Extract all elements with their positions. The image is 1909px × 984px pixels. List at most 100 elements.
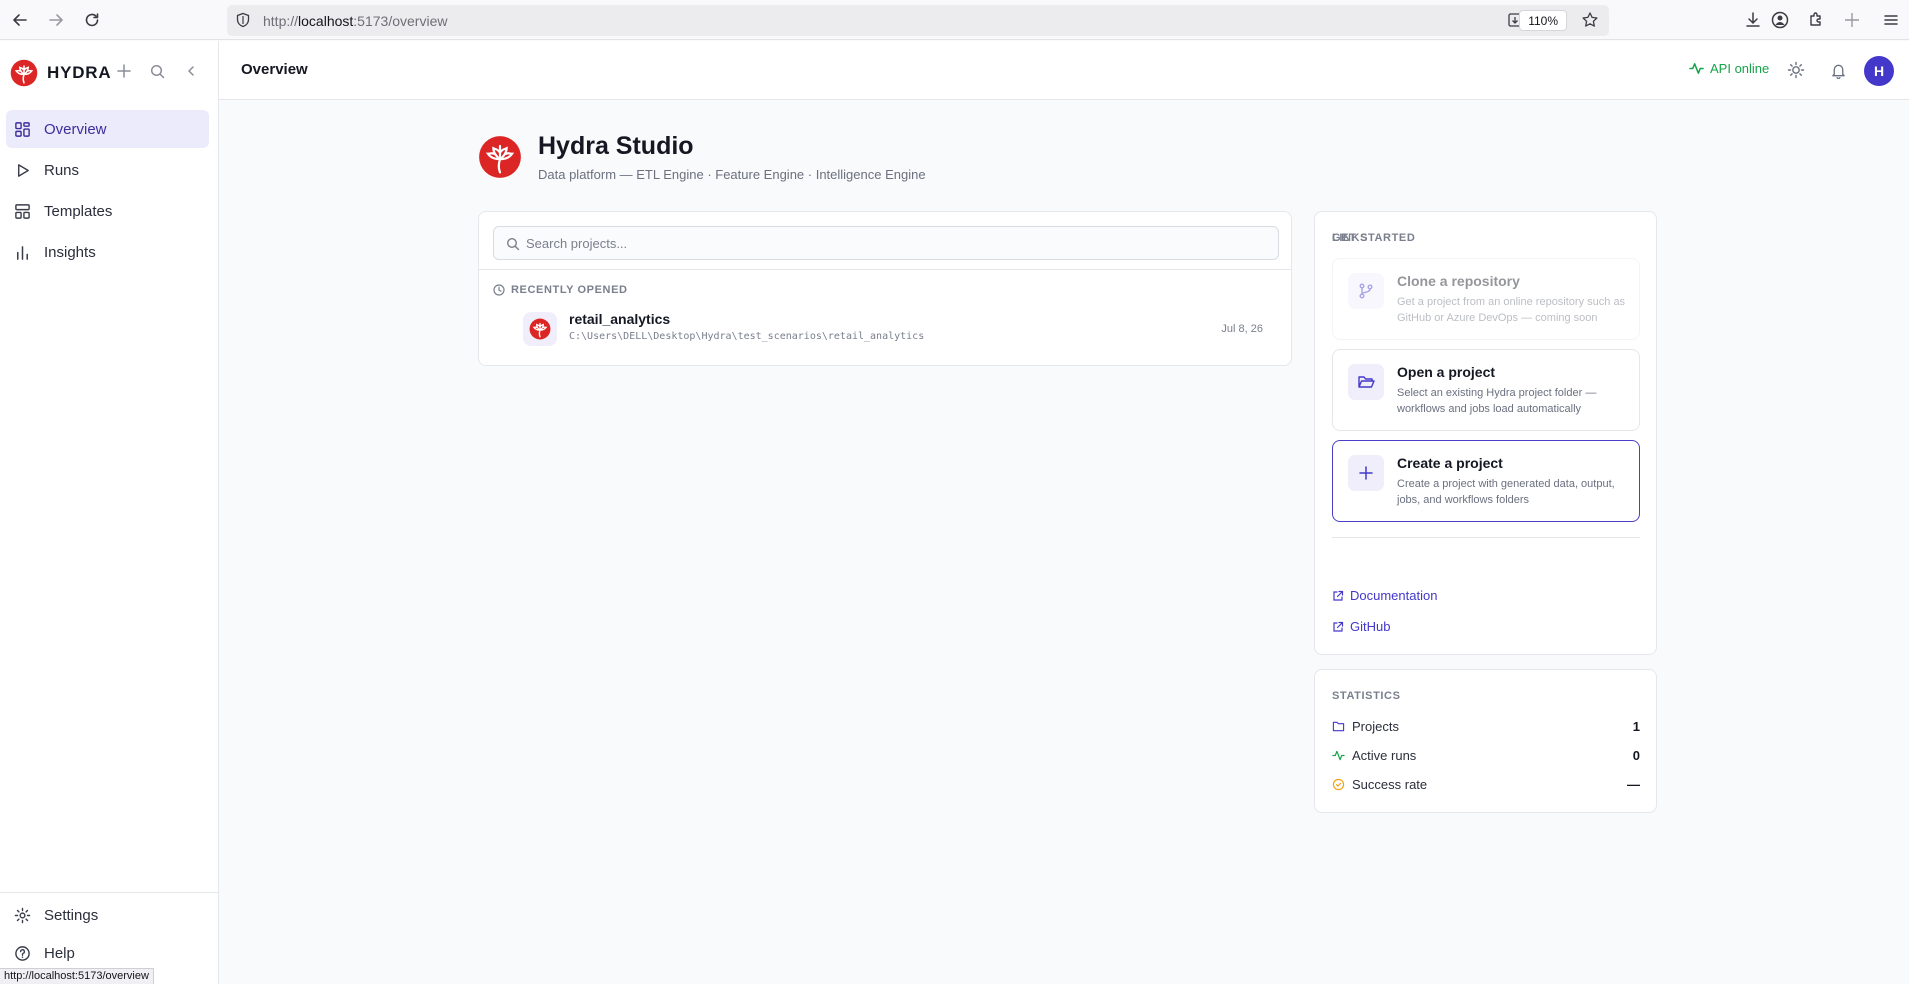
project-path: C:\Users\DELL\Desktop\Hydra\test_scenari… — [569, 331, 925, 342]
folder-icon — [1332, 721, 1345, 731]
zoom-badge[interactable]: 110% — [1519, 10, 1567, 31]
hero-subtitle: Data platform — ETL Engine · Feature Eng… — [538, 167, 926, 182]
api-status-badge[interactable]: API online — [1689, 61, 1769, 76]
action-description: Create a project with generated data, ou… — [1397, 478, 1615, 506]
action-description: Get a project from an online repository … — [1397, 296, 1626, 324]
open-project-button[interactable]: Open a project Select an existing Hydra … — [1332, 349, 1640, 431]
brand[interactable]: HYDRA — [10, 59, 111, 87]
gear-icon — [14, 907, 31, 923]
page-title: Overview — [241, 61, 308, 78]
hero: Hydra Studio Data platform — ETL Engine … — [478, 132, 926, 182]
clock-icon — [493, 284, 505, 296]
search-box[interactable] — [493, 226, 1279, 260]
sidebar-item-label: Overview — [44, 120, 107, 138]
check-circle-icon — [1332, 778, 1345, 790]
stat-value: — — [1627, 776, 1640, 792]
statistics-card: STATISTICS Projects 1 Active runs 0 Succ… — [1314, 669, 1657, 813]
bookmark-star-icon[interactable] — [1581, 11, 1599, 29]
forward-icon[interactable] — [45, 9, 67, 31]
stat-value: 0 — [1632, 747, 1640, 763]
avatar[interactable]: H — [1864, 56, 1894, 86]
address-bar[interactable]: http://localhost:5173/overview 110% — [227, 5, 1609, 36]
project-name: retail_analytics — [569, 311, 671, 327]
back-icon[interactable] — [9, 9, 31, 31]
links-label: LINKS — [1332, 232, 1368, 244]
menu-icon[interactable] — [1881, 10, 1901, 30]
stat-value: 1 — [1632, 718, 1640, 734]
shield-icon[interactable] — [235, 12, 251, 28]
bell-icon[interactable] — [1828, 60, 1848, 80]
sidebar-item-overview[interactable]: Overview — [6, 110, 209, 148]
sidebar-item-label: Runs — [44, 161, 80, 179]
activity-icon — [1689, 63, 1704, 74]
github-link[interactable]: GitHub — [1332, 619, 1390, 634]
sidebar-item-insights[interactable]: Insights — [6, 233, 209, 271]
url-text[interactable]: http://localhost:5173/overview — [263, 13, 447, 29]
action-title: Create a project — [1397, 455, 1503, 471]
sidebar-item-runs[interactable]: Runs — [6, 151, 209, 189]
sidebar-item-label: Insights — [44, 243, 96, 261]
sidebar-footer: Settings Help — [0, 892, 219, 972]
templates-icon — [15, 203, 30, 219]
divider — [479, 269, 1291, 270]
stat-projects: Projects 1 — [1332, 716, 1640, 736]
link-status-tooltip: http://localhost:5173/overview — [0, 968, 154, 984]
sparkle-icon[interactable] — [1842, 10, 1862, 30]
recent-label: RECENTLY OPENED — [511, 284, 628, 296]
statistics-label: STATISTICS — [1332, 690, 1401, 702]
stat-success-rate: Success rate — — [1332, 774, 1640, 794]
new-icon[interactable] — [113, 60, 135, 82]
collapse-sidebar-icon[interactable] — [180, 60, 202, 82]
reload-icon[interactable] — [81, 9, 103, 31]
extensions-icon[interactable] — [1806, 10, 1826, 30]
sidebar-item-help[interactable]: Help — [6, 934, 213, 972]
stat-label: Projects — [1352, 718, 1399, 734]
api-status-label: API online — [1710, 61, 1770, 76]
downloads-icon[interactable] — [1743, 10, 1763, 30]
folder-open-icon — [1348, 364, 1384, 400]
sidebar-item-templates[interactable]: Templates — [6, 192, 209, 230]
sidebar-item-settings[interactable]: Settings — [6, 896, 213, 934]
project-date: Jul 8, 26 — [1221, 323, 1263, 335]
activity-icon — [1332, 750, 1345, 760]
action-title: Open a project — [1397, 364, 1496, 380]
bar-chart-icon — [17, 245, 28, 260]
list-item[interactable]: retail_analytics C:\Users\DELL\Desktop\H… — [523, 310, 1263, 350]
help-icon — [15, 945, 30, 961]
projects-card: RECENTLY OPENED retail_analytics C:\User… — [478, 211, 1292, 366]
search-icon — [506, 237, 520, 251]
link-label: Documentation — [1350, 588, 1438, 603]
hydra-logo-icon — [479, 136, 521, 178]
divider — [1332, 537, 1640, 538]
git-branch-icon — [1348, 273, 1384, 309]
stat-active-runs: Active runs 0 — [1332, 745, 1640, 765]
stat-label: Success rate — [1352, 776, 1428, 792]
sidebar-nav: Overview Runs Templates Insights — [6, 110, 209, 274]
recent-header: RECENTLY OPENED — [493, 284, 628, 296]
theme-toggle-icon[interactable] — [1786, 60, 1806, 80]
account-icon[interactable] — [1770, 10, 1790, 30]
external-link-icon — [1333, 590, 1344, 601]
link-label: GitHub — [1350, 619, 1391, 634]
plus-icon — [1348, 455, 1384, 491]
top-header: Overview API online H — [219, 41, 1909, 100]
sidebar-item-label: Settings — [44, 906, 99, 924]
create-project-button[interactable]: Create a project Create a project with g… — [1332, 440, 1640, 522]
action-title: Clone a repository — [1397, 273, 1520, 289]
project-avatar — [523, 312, 557, 346]
external-link-icon — [1333, 621, 1344, 632]
search-input[interactable] — [526, 227, 1266, 259]
documentation-link[interactable]: Documentation — [1332, 588, 1437, 603]
get-started-card: GET STARTED Clone a repository Get a pro… — [1314, 211, 1657, 655]
sidebar-item-label: Help — [44, 944, 75, 962]
clone-repository-button[interactable]: Clone a repository Get a project from an… — [1332, 258, 1640, 340]
hydra-logo-icon — [10, 59, 38, 87]
search-icon[interactable] — [146, 60, 168, 82]
play-icon — [18, 163, 29, 177]
sidebar-item-label: Templates — [44, 202, 113, 220]
action-description: Select an existing Hydra project folder … — [1397, 387, 1597, 415]
hydra-logo-icon — [529, 318, 551, 340]
grid-icon — [15, 121, 30, 137]
stat-label: Active runs — [1352, 747, 1417, 763]
browser-toolbar: http://localhost:5173/overview 110% — [0, 0, 1909, 40]
